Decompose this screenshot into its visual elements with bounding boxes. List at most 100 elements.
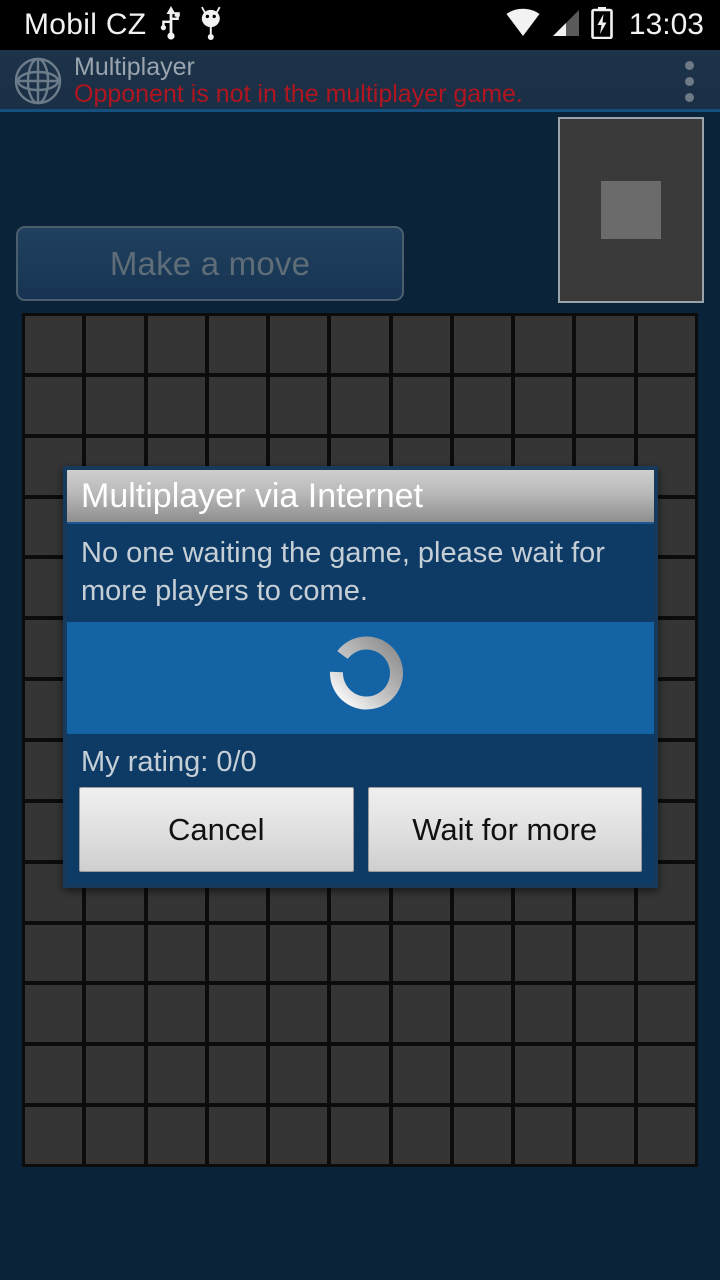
dialog-button-bar: Cancel Wait for more xyxy=(67,787,654,884)
make-a-move-button[interactable]: Make a move xyxy=(16,226,404,301)
board-cell[interactable] xyxy=(25,376,83,434)
action-bar-texts: Multiplayer Opponent is not in the multi… xyxy=(74,54,523,108)
board-cell[interactable] xyxy=(86,1046,144,1104)
cellular-signal-icon xyxy=(551,8,581,43)
board-cell[interactable] xyxy=(25,1046,83,1104)
board-cell[interactable] xyxy=(392,985,450,1043)
board-cell[interactable] xyxy=(331,376,389,434)
board-cell[interactable] xyxy=(331,924,389,982)
board-cell[interactable] xyxy=(147,1046,205,1104)
board-cell[interactable] xyxy=(147,924,205,982)
dialog-progress-area xyxy=(67,622,654,734)
board-cell[interactable] xyxy=(86,1107,144,1164)
board-cell[interactable] xyxy=(86,924,144,982)
board-cell[interactable] xyxy=(392,1046,450,1104)
board-cell[interactable] xyxy=(576,316,634,373)
board-cell[interactable] xyxy=(25,924,83,982)
next-piece-preview xyxy=(558,117,704,303)
board-cell[interactable] xyxy=(453,924,512,982)
clock-label: 13:03 xyxy=(628,8,704,41)
board-cell[interactable] xyxy=(270,924,328,982)
overflow-dot xyxy=(684,92,694,102)
board-cell[interactable] xyxy=(270,1046,328,1104)
board-cell[interactable] xyxy=(576,924,634,982)
board-cell[interactable] xyxy=(637,1046,695,1104)
board-cell[interactable] xyxy=(515,1107,573,1164)
overflow-menu-icon[interactable] xyxy=(666,50,712,112)
preview-piece-cell xyxy=(601,181,661,239)
globe-icon[interactable] xyxy=(12,55,64,107)
board-cell[interactable] xyxy=(147,316,205,373)
board-cell[interactable] xyxy=(208,1046,267,1104)
usb-icon xyxy=(160,5,182,45)
board-cell[interactable] xyxy=(147,376,205,434)
board-cell[interactable] xyxy=(576,1107,634,1164)
board-cell[interactable] xyxy=(331,985,389,1043)
board-cell[interactable] xyxy=(331,316,389,373)
board-cell[interactable] xyxy=(270,985,328,1043)
board-cell[interactable] xyxy=(270,1107,328,1164)
board-cell[interactable] xyxy=(453,376,512,434)
board-cell[interactable] xyxy=(453,1107,512,1164)
app-screen: Mobil CZ 13:03 Multiplayer Opponent is n… xyxy=(0,0,720,1280)
wait-for-more-button[interactable]: Wait for more xyxy=(367,787,642,872)
board-cell[interactable] xyxy=(453,985,512,1043)
board-cell[interactable] xyxy=(392,1107,450,1164)
dialog-message: No one waiting the game, please wait for… xyxy=(67,524,654,622)
make-a-move-label: Make a move xyxy=(109,244,311,282)
multiplayer-dialog: Multiplayer via Internet No one waiting … xyxy=(63,466,658,888)
board-cell[interactable] xyxy=(86,376,144,434)
board-cell[interactable] xyxy=(637,376,695,434)
board-cell[interactable] xyxy=(208,985,267,1043)
board-cell[interactable] xyxy=(392,316,450,373)
board-cell[interactable] xyxy=(147,985,205,1043)
board-cell[interactable] xyxy=(331,1046,389,1104)
overflow-dot xyxy=(684,76,694,86)
board-cell[interactable] xyxy=(453,316,512,373)
board-cell[interactable] xyxy=(208,376,267,434)
board-cell[interactable] xyxy=(637,985,695,1043)
wifi-icon xyxy=(505,8,541,43)
board-cell[interactable] xyxy=(208,1107,267,1164)
board-cell[interactable] xyxy=(331,1107,389,1164)
board-cell[interactable] xyxy=(637,316,695,373)
cancel-button[interactable]: Cancel xyxy=(79,787,354,872)
board-cell[interactable] xyxy=(392,924,450,982)
board-cell[interactable] xyxy=(576,1046,634,1104)
board-cell[interactable] xyxy=(637,1107,695,1164)
board-cell[interactable] xyxy=(147,1107,205,1164)
board-cell[interactable] xyxy=(270,376,328,434)
action-bar-subtitle: Opponent is not in the multiplayer game. xyxy=(74,80,523,108)
board-cell[interactable] xyxy=(576,376,634,434)
board-cell[interactable] xyxy=(515,985,573,1043)
action-bar[interactable]: Multiplayer Opponent is not in the multi… xyxy=(0,50,720,112)
board-cell[interactable] xyxy=(270,316,328,373)
status-bar-left-icons xyxy=(160,5,224,45)
android-bug-icon xyxy=(198,6,224,45)
action-bar-title: Multiplayer xyxy=(74,54,195,81)
board-cell[interactable] xyxy=(453,1046,512,1104)
board-cell[interactable] xyxy=(86,985,144,1043)
board-cell[interactable] xyxy=(208,924,267,982)
status-bar: Mobil CZ 13:03 xyxy=(0,0,720,50)
cancel-button-label: Cancel xyxy=(168,811,265,847)
overflow-dot xyxy=(684,60,694,70)
board-cell[interactable] xyxy=(637,924,695,982)
board-cell[interactable] xyxy=(515,1046,573,1104)
carrier-label: Mobil CZ xyxy=(24,8,147,41)
board-cell[interactable] xyxy=(25,316,83,373)
board-cell[interactable] xyxy=(86,316,144,373)
board-cell[interactable] xyxy=(25,985,83,1043)
board-cell[interactable] xyxy=(25,1107,83,1164)
loading-spinner-icon xyxy=(318,635,404,721)
battery-charging-icon xyxy=(591,6,613,44)
wait-for-more-button-label: Wait for more xyxy=(412,811,598,847)
board-cell[interactable] xyxy=(576,985,634,1043)
board-cell[interactable] xyxy=(515,316,573,373)
dialog-title: Multiplayer via Internet xyxy=(81,477,424,515)
board-cell[interactable] xyxy=(515,924,573,982)
board-cell[interactable] xyxy=(392,376,450,434)
board-cell[interactable] xyxy=(208,316,267,373)
board-cell[interactable] xyxy=(515,376,573,434)
dialog-title-bar: Multiplayer via Internet xyxy=(67,470,654,524)
